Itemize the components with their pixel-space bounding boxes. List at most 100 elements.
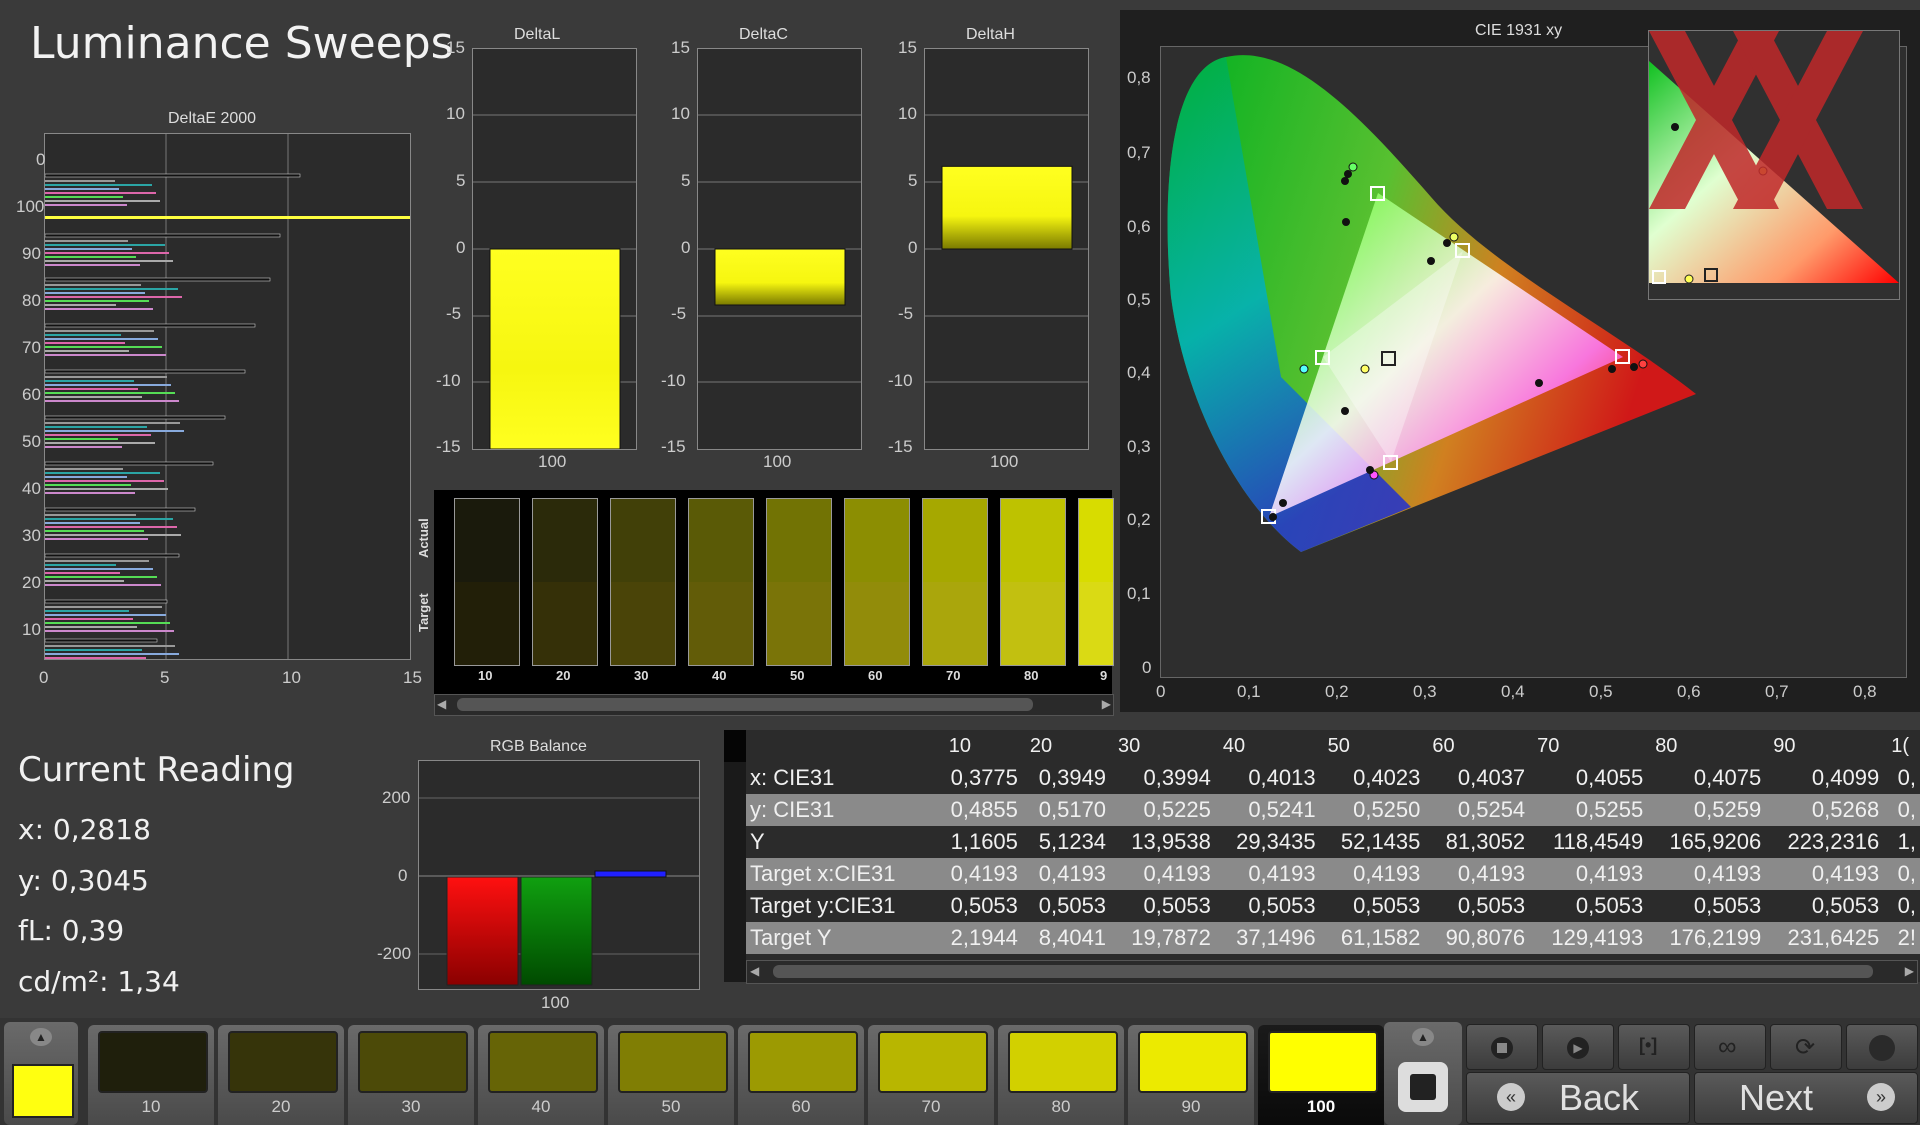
deltae-bar <box>45 534 181 536</box>
cie-xtick: 0,1 <box>1237 682 1261 701</box>
cie-ytick: 0,2 <box>1127 510 1151 529</box>
deltae-bar <box>45 180 115 182</box>
deltae-bar <box>44 461 214 466</box>
deltae-bar <box>45 580 124 582</box>
step-swatch-button[interactable]: 20 <box>218 1025 344 1125</box>
play-icon: ▶ <box>1567 1037 1589 1059</box>
deltae-ytick: 50 <box>22 432 41 451</box>
deltae-bar <box>45 256 136 258</box>
table-column-header: 60 <box>1432 734 1455 757</box>
scroll-right-icon[interactable]: ▶ <box>1102 697 1111 711</box>
table-cell: 0,5053 <box>1248 893 1316 918</box>
deltae-bar <box>45 649 142 651</box>
table-column-header: 30 <box>1118 734 1141 757</box>
strip-target-swatch <box>1079 582 1113 665</box>
rgb-ytick-0: 0 <box>398 866 408 885</box>
deltae-bar <box>45 338 158 340</box>
deltae-bar <box>45 292 145 294</box>
deltae-bar <box>45 400 179 402</box>
table-column-header: 40 <box>1222 734 1246 757</box>
loop-button[interactable]: ∞ <box>1694 1024 1766 1070</box>
table-cell: 0,5053 <box>1143 893 1211 918</box>
table-row-label: x: CIE31 <box>750 765 835 790</box>
delta-ytick: 5 <box>456 171 466 190</box>
loop-icon: ∞ <box>1718 1031 1737 1061</box>
table-column-header: 1( <box>1891 734 1910 757</box>
delta-ytick: 5 <box>908 171 918 190</box>
page-title: Luminance Sweeps <box>30 18 454 69</box>
strip-step-label: 50 <box>790 668 805 683</box>
strip-cell <box>688 498 754 666</box>
refresh-button[interactable]: ⟳ <box>1770 1024 1842 1070</box>
table-cell: 0,3775 <box>950 765 1018 790</box>
rgb-balance-plot <box>418 760 700 990</box>
deltae-bar <box>45 653 179 655</box>
strip-target-swatch <box>455 582 519 665</box>
delta-ytick: 15 <box>898 38 917 57</box>
delta-chart-title: DeltaL <box>514 26 561 43</box>
deltae-bar <box>45 476 127 478</box>
table-column-header: 70 <box>1537 734 1560 757</box>
deltae-bar <box>45 334 121 336</box>
extra-button[interactable] <box>1846 1024 1918 1070</box>
deltae-bar <box>45 606 162 608</box>
strip-scroll-thumb[interactable] <box>457 698 1033 711</box>
step-swatch-button[interactable]: 90 <box>1128 1025 1254 1125</box>
step-swatch-color <box>1268 1031 1378 1093</box>
table-column-header: 50 <box>1327 734 1350 757</box>
play-button[interactable]: ▶ <box>1542 1024 1614 1070</box>
step-swatch-button[interactable]: 10 <box>88 1025 214 1125</box>
table-scroll-right-icon[interactable]: ▶ <box>1905 964 1914 978</box>
current-color-button[interactable]: ▲ <box>4 1022 78 1125</box>
table-corner <box>724 730 746 762</box>
collapse-icon[interactable]: ▲ <box>30 1028 52 1046</box>
step-swatch-button[interactable]: 50 <box>608 1025 734 1125</box>
deltae-xtick: 15 <box>403 668 422 687</box>
step-swatch-button[interactable]: 30 <box>348 1025 474 1125</box>
reading-cd: cd/m²: 1,34 <box>18 965 180 998</box>
data-table: 10 20 30 40 50 60 70 80 90 1( x: CIE31 0,3775 0,394… <box>746 730 1920 954</box>
back-button[interactable]: « Back <box>1466 1072 1690 1124</box>
strip-target-swatch <box>923 582 987 665</box>
strip-actual-swatch <box>611 499 675 582</box>
table-scroll-thumb[interactable] <box>773 965 1873 978</box>
step-swatch-button[interactable]: 60 <box>738 1025 864 1125</box>
strip-step-label: 40 <box>712 668 727 683</box>
table-cell: 0,5241 <box>1248 797 1316 822</box>
step-swatch-button[interactable]: 80 <box>998 1025 1124 1125</box>
strip-scrollbar[interactable]: ◀ ▶ <box>434 694 1114 716</box>
step-swatch-label: 40 <box>531 1097 551 1116</box>
delta-bar <box>941 165 1073 250</box>
table-row: Target y:CIE31 0,5053 0,5053 0,5053 0,5053 0,… <box>746 890 1920 922</box>
deltae-bar <box>45 354 166 356</box>
deltae-svg <box>44 134 410 671</box>
table-row-label: Target y:CIE31 <box>750 893 896 918</box>
deltae-ytick: 100 <box>16 197 45 216</box>
rgb-balance-svg <box>419 797 699 986</box>
delta-ytick: -10 <box>436 371 461 390</box>
delta-chart-plot <box>472 48 637 450</box>
table-row: y: CIE31 0,4855 0,5170 0,5225 0,5241 0,5250 0,… <box>746 794 1920 826</box>
step-button[interactable]: [•] <box>1618 1024 1690 1070</box>
cie-xtick: 0,2 <box>1325 682 1349 701</box>
deltae-bar <box>45 610 129 612</box>
cie-xtick: 0,8 <box>1853 682 1877 701</box>
table-scrollbar[interactable]: ◀ ▶ <box>746 960 1918 984</box>
step-swatch-button[interactable]: 70 <box>868 1025 994 1125</box>
step-swatch-button[interactable]: 40 <box>478 1025 604 1125</box>
table-scroll-left-icon[interactable]: ◀ <box>750 964 759 978</box>
scroll-left-icon[interactable]: ◀ <box>437 697 446 711</box>
record-button[interactable] <box>1398 1062 1448 1112</box>
collapse-icon-2[interactable]: ▲ <box>1412 1028 1434 1046</box>
strip-target-swatch <box>533 582 597 665</box>
deltae-xtick: 10 <box>282 668 301 687</box>
table-cell: 0,5254 <box>1457 797 1526 822</box>
next-button[interactable]: Next » <box>1694 1072 1918 1124</box>
step-swatch-button[interactable]: 100 <box>1258 1025 1384 1125</box>
table-row: x: CIE31 0,3775 0,3949 0,3994 0,4013 0,4023 0,… <box>746 762 1920 794</box>
deltae-ytick: 90 <box>22 244 41 263</box>
delta-ytick: -5 <box>446 304 462 323</box>
deltae-bar <box>45 614 166 616</box>
stop-button[interactable] <box>1466 1024 1538 1070</box>
deltae-xtick: 0 <box>39 668 49 687</box>
